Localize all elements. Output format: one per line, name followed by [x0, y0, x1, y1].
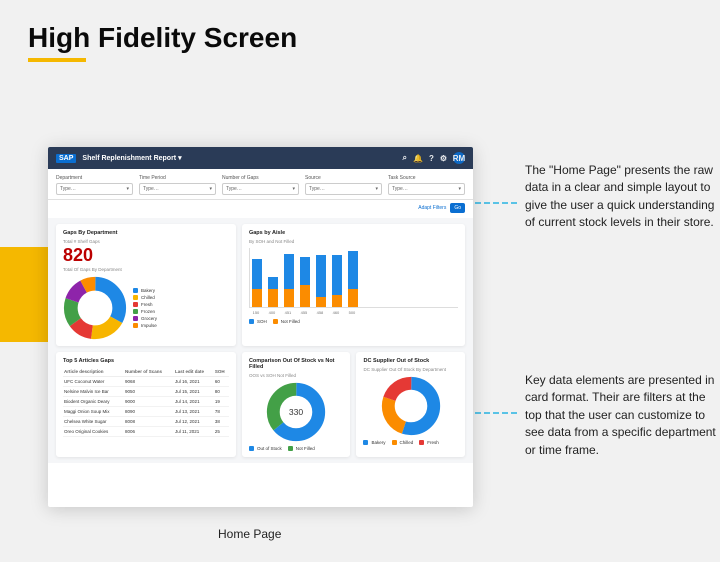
annotation-2: Key data elements are presented in card … [525, 372, 720, 459]
title-underline [28, 58, 86, 62]
chevron-down-icon: ▾ [375, 186, 378, 192]
bar-x-labels: 150400451455458460500 [249, 310, 458, 315]
chart-subtitle: By SOH and Not Filled [249, 239, 458, 244]
comp-legend: Out of Stock Not Filled [249, 446, 344, 451]
card-top-articles: Top 5 Articles Gaps Article description … [56, 352, 236, 457]
callout-line-1 [475, 202, 517, 204]
card-title: DC Supplier Out of Stock [363, 358, 458, 364]
kpi-subtitle2: Total Of Gaps By Department [63, 267, 229, 272]
dashboard-screenshot: SAP Shelf Replenishment Report ▾ ⌕ 🔔 ? ⚙… [48, 147, 473, 507]
filter-label: Department [56, 175, 133, 181]
bar-chart [249, 248, 458, 308]
filter-source[interactable]: Type…▾ [305, 183, 382, 195]
legend: Bakery Chilled Fresh Frozen Grocery Impu… [133, 288, 157, 328]
dc-legend: Bakery Chilled Fresh [363, 440, 458, 445]
kpi-value: 820 [63, 245, 229, 266]
chart-subtitle: DC Supplier Out Of Stock By Department [363, 367, 458, 372]
donut-chart-comparison: 330 [266, 382, 326, 442]
col-date[interactable]: Last edit date [174, 367, 214, 377]
app-topbar: SAP Shelf Replenishment Report ▾ ⌕ 🔔 ? ⚙… [48, 147, 473, 169]
table-row[interactable]: Chelsea White Sugar8008Jul 12, 202138 [63, 417, 229, 427]
card-gaps-aisle: Gaps by Aisle By SOH and Not Filled 1504… [242, 224, 465, 346]
donut-chart-dc [381, 376, 441, 436]
search-icon[interactable]: ⌕ [402, 153, 406, 163]
card-title: Top 5 Articles Gaps [63, 358, 229, 364]
filter-num-gaps[interactable]: Type…▾ [222, 183, 299, 195]
filter-label: Source [305, 175, 382, 181]
card-dc-supplier: DC Supplier Out of Stock DC Supplier Out… [356, 352, 465, 457]
chevron-down-icon: ▾ [458, 186, 461, 192]
chevron-down-icon: ▾ [292, 186, 295, 192]
callout-line-2 [475, 412, 517, 414]
chart-subtitle: OOS vs SOH Not Filled [249, 373, 344, 378]
table-row[interactable]: Nelsine Malvin Ice Bar9050Jul 15, 202180 [63, 387, 229, 397]
top-articles-table: Article description Number of Scans Last… [63, 367, 229, 437]
go-button[interactable]: Go [450, 203, 465, 213]
app-title[interactable]: Shelf Replenishment Report ▾ [82, 154, 181, 162]
table-row[interactable]: Maggi Onion Soup Mix8090Jul 13, 202178 [63, 407, 229, 417]
annotation-1: The "Home Page" presents the raw data in… [525, 162, 720, 232]
accent-block [0, 247, 48, 342]
col-soh[interactable]: SOH [214, 367, 229, 377]
adapt-filters-link[interactable]: Adapt Filters [418, 205, 446, 211]
table-row[interactable]: Oreo Original Cookies8006Jul 11, 202125 [63, 427, 229, 437]
avatar[interactable]: RM [453, 152, 465, 164]
screenshot-caption: Home Page [218, 527, 281, 541]
donut-chart-departments [63, 276, 127, 340]
card-title: Gaps By Department [63, 230, 229, 236]
filter-footer: Adapt Filters Go [48, 200, 473, 218]
card-title: Comparison Out Of Stock vs Not Filled [249, 358, 344, 370]
help-icon[interactable]: ? [429, 154, 434, 163]
col-article[interactable]: Article description [63, 367, 124, 377]
table-row[interactable]: Biodent Organic Deary9000Jul 14, 202119 [63, 397, 229, 407]
col-scans[interactable]: Number of Scans [124, 367, 174, 377]
sap-logo: SAP [56, 154, 76, 163]
filter-label: Task Source [388, 175, 465, 181]
filter-department[interactable]: Type…▾ [56, 183, 133, 195]
bar-legend: SOH Not Filled [249, 319, 458, 324]
card-gaps-department: Gaps By Department Total # Shelf Gaps 82… [56, 224, 236, 346]
card-title: Gaps by Aisle [249, 230, 458, 236]
filter-label: Time Period [139, 175, 216, 181]
gear-icon[interactable]: ⚙ [440, 154, 447, 163]
chevron-down-icon: ▾ [209, 186, 212, 192]
page-title: High Fidelity Screen [28, 22, 720, 54]
kpi-subtitle: Total # Shelf Gaps [63, 239, 229, 244]
filter-label: Number of Gaps [222, 175, 299, 181]
table-row[interactable]: UFC Coconut Water9068Jul 16, 202160 [63, 377, 229, 387]
dashboard-body: Gaps By Department Total # Shelf Gaps 82… [48, 218, 473, 463]
chevron-down-icon: ▾ [126, 186, 129, 192]
bell-icon[interactable]: 🔔 [413, 154, 423, 163]
filter-bar: Department Type…▾ Time Period Type…▾ Numbe… [48, 169, 473, 200]
svg-text:330: 330 [289, 407, 304, 417]
filter-task-source[interactable]: Type…▾ [388, 183, 465, 195]
card-comparison: Comparison Out Of Stock vs Not Filled OO… [242, 352, 351, 457]
filter-time-period[interactable]: Type…▾ [139, 183, 216, 195]
